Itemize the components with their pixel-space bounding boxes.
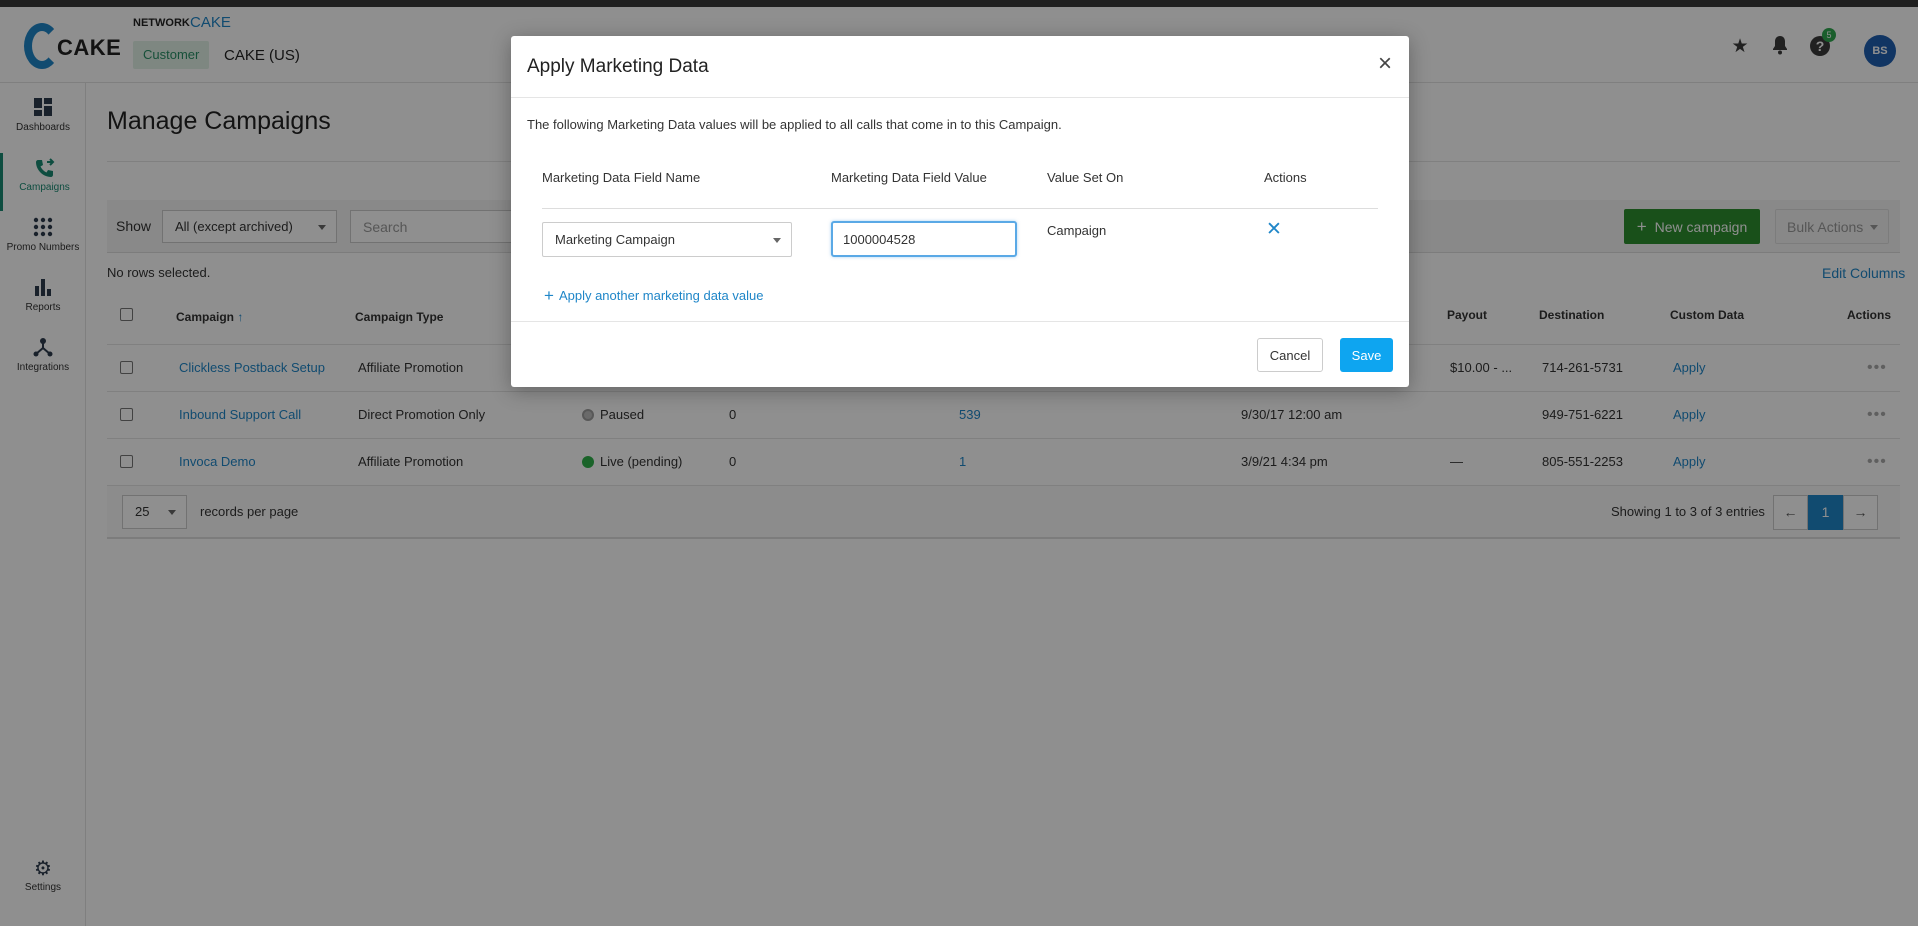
apply-marketing-data-dialog: Apply Marketing Data × The following Mar…	[511, 36, 1409, 387]
field-value-input[interactable]	[831, 221, 1017, 257]
field-name-select[interactable]: Marketing Campaign	[542, 222, 792, 257]
apply-another-label: Apply another marketing data value	[558, 288, 764, 303]
dialog-title: Apply Marketing Data	[527, 56, 709, 77]
header-value-set-on: Value Set On	[1047, 170, 1124, 185]
save-button[interactable]: Save	[1340, 338, 1393, 372]
divider	[511, 321, 1409, 322]
remove-row-icon[interactable]: ✕	[1266, 220, 1282, 240]
cancel-button[interactable]: Cancel	[1257, 338, 1323, 372]
apply-another-link[interactable]: + Apply another marketing data value	[544, 286, 763, 306]
plus-icon: +	[544, 286, 554, 305]
chevron-down-icon	[773, 238, 781, 243]
header-field-value: Marketing Data Field Value	[831, 170, 987, 185]
divider	[542, 208, 1378, 209]
header-field-name: Marketing Data Field Name	[542, 170, 701, 185]
close-icon[interactable]: ×	[1378, 52, 1392, 76]
value-set-on: Campaign	[1047, 223, 1107, 238]
header-actions: Actions	[1264, 170, 1307, 185]
divider	[511, 97, 1409, 98]
field-name-value: Marketing Campaign	[555, 232, 675, 247]
dialog-description: The following Marketing Data values will…	[527, 117, 1062, 132]
